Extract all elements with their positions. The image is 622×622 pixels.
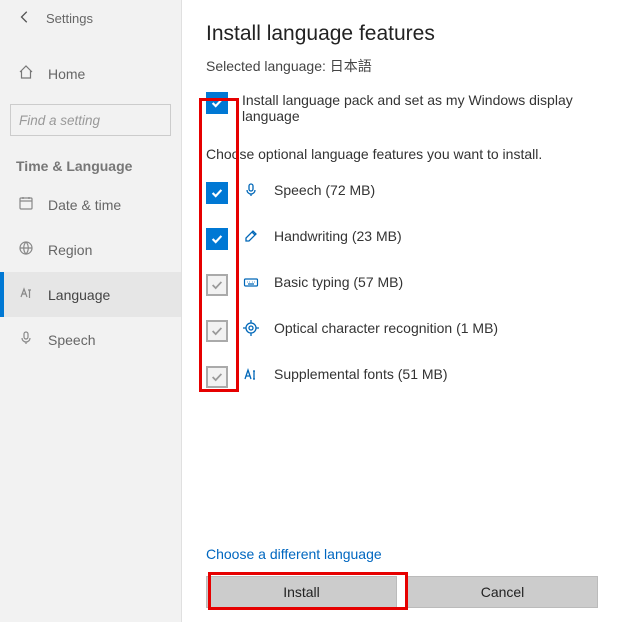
globe-icon [18, 240, 34, 259]
feature-row-ocr: Optical character recognition (1 MB) [206, 320, 598, 342]
cancel-button[interactable]: Cancel [407, 576, 598, 608]
section-title: Time & Language [0, 136, 181, 182]
feature-label: Basic typing (57 MB) [274, 274, 403, 290]
checkbox-ocr[interactable] [206, 320, 228, 342]
choose-different-link[interactable]: Choose a different language [206, 542, 598, 566]
feature-label: Speech (72 MB) [274, 182, 375, 198]
calendar-icon [18, 195, 34, 214]
feature-row-speech: Speech (72 MB) [206, 182, 598, 204]
primary-option-label: Install language pack and set as my Wind… [242, 92, 598, 124]
search-placeholder: Find a setting [19, 113, 100, 128]
install-button[interactable]: Install [206, 576, 397, 608]
sidebar-item-label: Region [48, 242, 92, 258]
font-icon [242, 366, 260, 382]
optional-description: Choose optional language features you wa… [206, 146, 598, 162]
sidebar-item-label: Language [48, 287, 110, 303]
selected-language: Selected language: 日本語 [206, 56, 598, 76]
settings-title: Settings [46, 11, 93, 26]
checkbox-handwriting[interactable] [206, 228, 228, 250]
footer: Choose a different language Install Canc… [206, 542, 598, 608]
sidebar-item-label: Date & time [48, 197, 121, 213]
main-panel: Install language features Selected langu… [182, 0, 622, 622]
feature-label: Supplemental fonts (51 MB) [274, 366, 448, 382]
page-title: Install language features [206, 22, 598, 46]
feature-label: Handwriting (23 MB) [274, 228, 402, 244]
feature-row-typing: Basic typing (57 MB) [206, 274, 598, 296]
home-icon [18, 64, 34, 83]
sidebar-item-label: Speech [48, 332, 95, 348]
checkbox-primary[interactable] [206, 92, 228, 114]
sidebar-item-speech[interactable]: Speech [0, 317, 181, 362]
ocr-icon [242, 320, 260, 336]
microphone-icon [18, 330, 34, 349]
feature-label: Optical character recognition (1 MB) [274, 320, 498, 336]
home-label: Home [48, 66, 85, 82]
feature-row-handwriting: Handwriting (23 MB) [206, 228, 598, 250]
feature-row-fonts: Supplemental fonts (51 MB) [206, 366, 598, 388]
header-row: Settings [0, 0, 181, 37]
search-input[interactable]: Find a setting [10, 104, 171, 136]
home-nav[interactable]: Home [0, 55, 181, 92]
sidebar-item-date-time[interactable]: Date & time [0, 182, 181, 227]
sidebar: Settings Home Find a setting Time & Lang… [0, 0, 182, 622]
checkbox-fonts[interactable] [206, 366, 228, 388]
sidebar-item-region[interactable]: Region [0, 227, 181, 272]
checkbox-typing[interactable] [206, 274, 228, 296]
microphone-icon [242, 182, 260, 198]
primary-option-row: Install language pack and set as my Wind… [206, 92, 598, 124]
sidebar-item-language[interactable]: Language [0, 272, 181, 317]
pencil-icon [242, 228, 260, 244]
language-icon [18, 285, 34, 304]
back-icon[interactable] [18, 10, 32, 27]
keyboard-icon [242, 274, 260, 290]
button-row: Install Cancel [206, 576, 598, 608]
checkbox-speech[interactable] [206, 182, 228, 204]
